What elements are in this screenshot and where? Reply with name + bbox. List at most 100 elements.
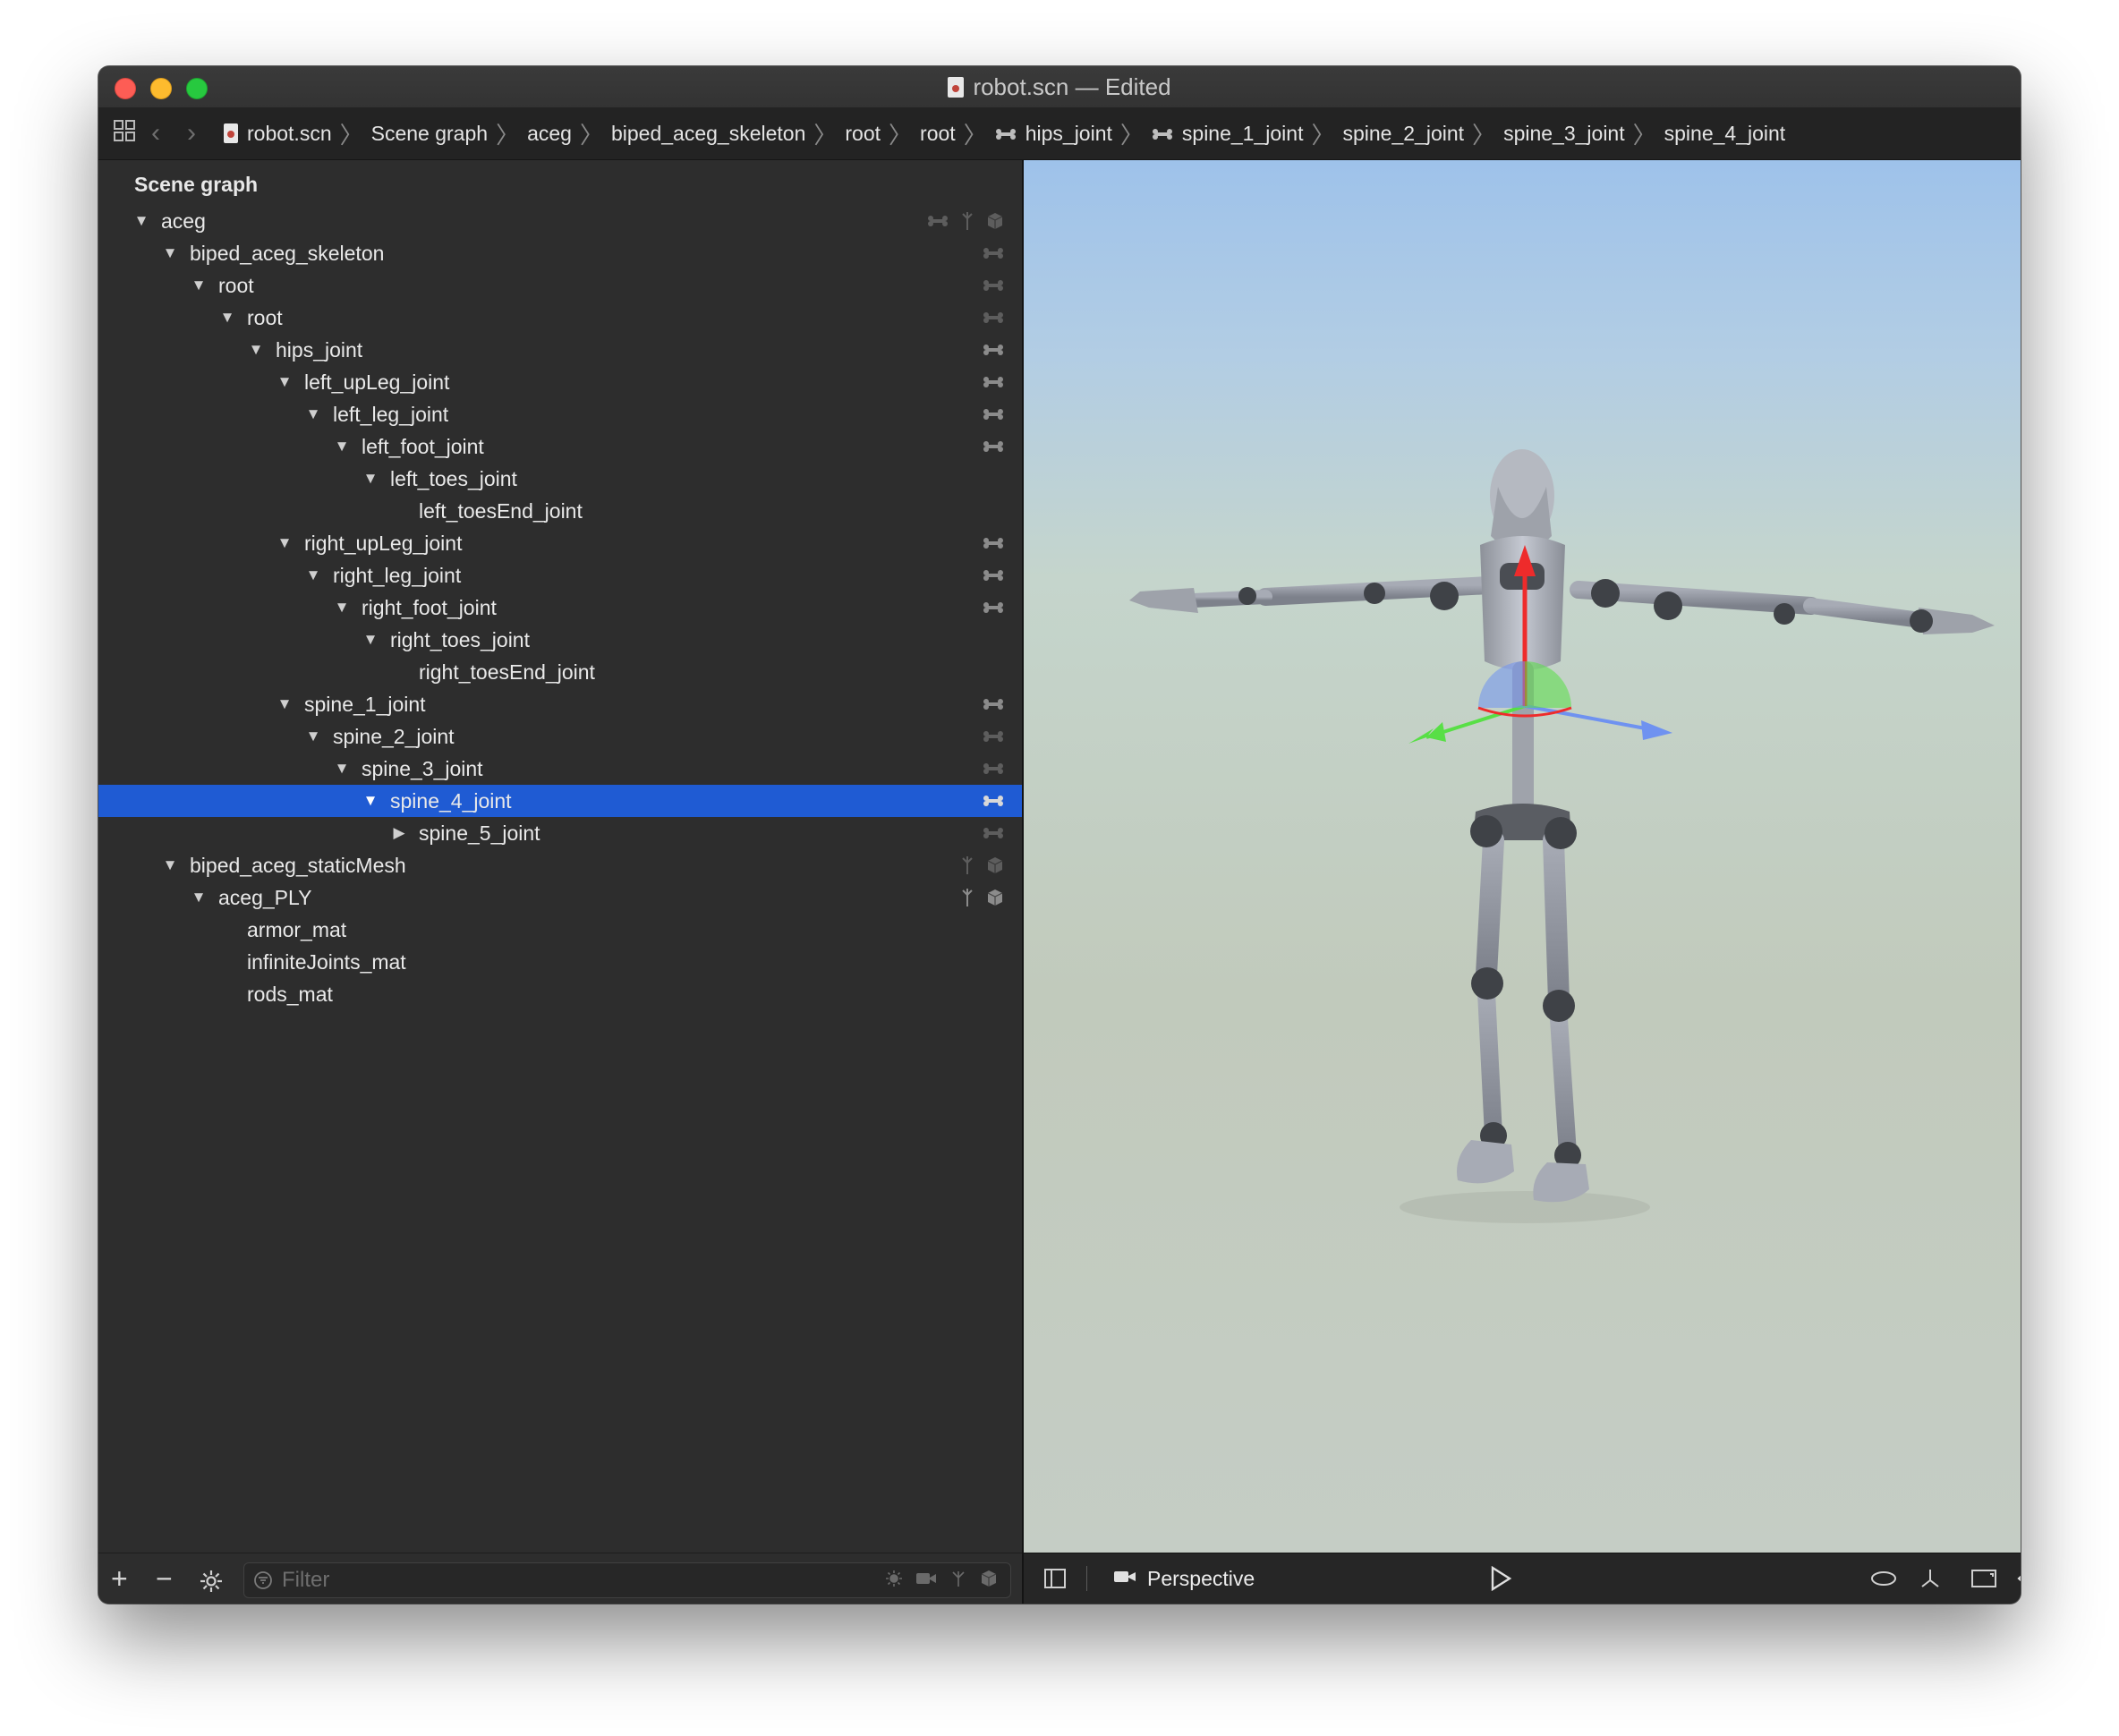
breadcrumb-item[interactable]: hips_joint <box>995 122 1112 146</box>
disclosure-expanded-icon[interactable]: ▼ <box>362 463 379 495</box>
disclosure-expanded-icon[interactable]: ▼ <box>276 688 294 720</box>
bone-icon <box>983 247 1004 260</box>
scene-graph-row[interactable]: rods_mat <box>98 978 1022 1010</box>
bone-icon <box>1152 122 1173 146</box>
disclosure-expanded-icon[interactable]: ▼ <box>333 430 351 463</box>
disclosure-expanded-icon[interactable]: ▼ <box>304 559 322 591</box>
scene-graph-node-label: right_upLeg_joint <box>304 532 463 555</box>
scene-graph-node-label: aceg_PLY <box>218 886 312 909</box>
breadcrumb-separator: 〉 <box>1311 121 1335 149</box>
scene-graph-row[interactable]: ▼ spine_2_joint <box>98 720 1022 753</box>
breadcrumb-separator: 〉 <box>1632 121 1656 149</box>
scene-graph-row[interactable]: ▼ right_foot_joint <box>98 591 1022 624</box>
camera-filter-icon[interactable] <box>915 1570 937 1591</box>
gizmo-axes-icon[interactable] <box>1919 1553 1942 1604</box>
scene-graph-row[interactable]: ▼ left_foot_joint <box>98 430 1022 463</box>
disclosure-expanded-icon[interactable]: ▼ <box>190 881 208 914</box>
filter-type-icons <box>885 1563 998 1597</box>
disclosure-collapsed-icon[interactable]: ▶ <box>390 817 408 849</box>
particle-filter-icon[interactable] <box>949 1570 967 1592</box>
scene-graph-node-label: right_foot_joint <box>362 596 497 619</box>
disclosure-expanded-icon[interactable]: ▼ <box>304 720 322 753</box>
scene-graph-row[interactable]: ▼ spine_3_joint <box>98 753 1022 785</box>
scene-viewport[interactable] <box>1024 160 2021 1553</box>
scene-graph-row[interactable]: ▼ right_leg_joint <box>98 559 1022 591</box>
breadcrumb-item[interactable]: spine_1_joint <box>1152 122 1303 146</box>
related-items-icon[interactable] <box>111 119 138 149</box>
disclosure-expanded-icon[interactable]: ▼ <box>276 527 294 559</box>
scene-graph-row[interactable]: left_toesEnd_joint <box>98 495 1022 527</box>
disclosure-expanded-icon[interactable]: ▼ <box>362 785 379 817</box>
scene-graph-row[interactable]: infiniteJoints_mat <box>98 946 1022 978</box>
disclosure-expanded-icon[interactable]: ▼ <box>132 205 150 237</box>
breadcrumb-label: aceg <box>527 121 572 145</box>
scene-graph-node-label: root <box>247 306 283 329</box>
scene-graph-row[interactable]: ▼ biped_aceg_staticMesh <box>98 849 1022 881</box>
scene-graph-row[interactable]: ▼ aceg_PLY <box>98 881 1022 914</box>
scene-graph-row[interactable]: ▼ left_upLeg_joint <box>98 366 1022 398</box>
visibility-eye-icon[interactable] <box>2017 1553 2021 1604</box>
add-node-button[interactable]: + <box>111 1561 128 1596</box>
disclosure-expanded-icon[interactable]: ▼ <box>362 624 379 656</box>
filter-icon <box>253 1570 273 1595</box>
forward-arrow-icon[interactable]: › <box>174 118 209 149</box>
scene-graph-node-label: left_toesEnd_joint <box>419 499 583 523</box>
disclosure-expanded-icon[interactable]: ▼ <box>161 237 179 269</box>
filter-field[interactable] <box>243 1562 1011 1598</box>
scene-graph-row[interactable]: ▼ root <box>98 269 1022 302</box>
back-arrow-icon[interactable]: ‹ <box>138 118 174 149</box>
bone-icon <box>983 344 1004 356</box>
scene-graph-row[interactable]: ▼ spine_1_joint <box>98 688 1022 720</box>
disclosure-expanded-icon[interactable]: ▼ <box>218 302 236 334</box>
sidebar-toggle-icon[interactable] <box>1043 1553 1067 1604</box>
breadcrumb-item[interactable]: robot.scn <box>224 122 332 146</box>
scene-graph-row[interactable]: armor_mat <box>98 914 1022 946</box>
orbit-mode-icon[interactable] <box>1870 1553 1897 1604</box>
camera-selector[interactable]: Perspective <box>1113 1553 1255 1604</box>
safe-frame-icon[interactable] <box>1970 1553 1997 1604</box>
breadcrumb-item[interactable]: biped_aceg_skeleton <box>611 122 805 146</box>
breadcrumb-item[interactable]: aceg <box>527 122 572 146</box>
remove-node-button[interactable]: − <box>156 1561 173 1596</box>
bone-icon <box>983 408 1004 421</box>
scene-graph-row[interactable]: ▶ spine_5_joint <box>98 817 1022 849</box>
bone-icon <box>983 730 1004 743</box>
disclosure-expanded-icon[interactable]: ▼ <box>276 366 294 398</box>
scene-graph-row[interactable]: ▼ root <box>98 302 1022 334</box>
disclosure-expanded-icon[interactable]: ▼ <box>190 269 208 302</box>
bone-icon <box>983 601 1004 614</box>
breadcrumb-item[interactable]: Scene graph <box>371 122 488 146</box>
scene-graph-row[interactable]: ▼ left_leg_joint <box>98 398 1022 430</box>
scene-graph-row[interactable]: ▼ left_toes_joint <box>98 463 1022 495</box>
breadcrumb-separator: 〉 <box>496 121 520 149</box>
geometry-filter-icon[interactable] <box>980 1570 998 1592</box>
bone-icon <box>983 376 1004 388</box>
disclosure-expanded-icon[interactable]: ▼ <box>304 398 322 430</box>
scene-graph-node-label: spine_2_joint <box>333 725 455 748</box>
breadcrumb-item[interactable]: root <box>845 122 881 146</box>
bone-icon <box>983 827 1004 839</box>
scene-graph-row[interactable]: ▼ aceg <box>98 205 1022 237</box>
scene-graph-row[interactable]: ▼ hips_joint <box>98 334 1022 366</box>
breadcrumb-item[interactable]: root <box>920 122 956 146</box>
bone-icon <box>927 215 949 227</box>
breadcrumb-separator: 〉 <box>579 121 603 149</box>
disclosure-expanded-icon[interactable]: ▼ <box>247 334 265 366</box>
scene-graph-row[interactable]: ▼ spine_4_joint <box>98 785 1022 817</box>
scene-graph-row[interactable]: right_toesEnd_joint <box>98 656 1022 688</box>
scene-graph-node-label: spine_3_joint <box>362 757 483 780</box>
breadcrumb-item[interactable]: spine_4_joint <box>1664 122 1786 146</box>
scene-graph-row[interactable]: ▼ right_toes_joint <box>98 624 1022 656</box>
scene-graph-row[interactable]: ▼ biped_aceg_skeleton <box>98 237 1022 269</box>
disclosure-expanded-icon[interactable]: ▼ <box>333 753 351 785</box>
breadcrumb-item[interactable]: spine_3_joint <box>1503 122 1625 146</box>
filter-input[interactable] <box>280 1566 821 1595</box>
breadcrumb-item[interactable]: spine_2_joint <box>1342 122 1464 146</box>
disclosure-expanded-icon[interactable]: ▼ <box>161 849 179 881</box>
scene-graph-row[interactable]: ▼ right_upLeg_joint <box>98 527 1022 559</box>
scene-graph-node-label: biped_aceg_skeleton <box>190 242 385 265</box>
play-button[interactable] <box>1489 1553 1512 1604</box>
light-filter-icon[interactable] <box>885 1570 903 1592</box>
disclosure-expanded-icon[interactable]: ▼ <box>333 591 351 624</box>
gear-icon[interactable] <box>199 1566 224 1602</box>
